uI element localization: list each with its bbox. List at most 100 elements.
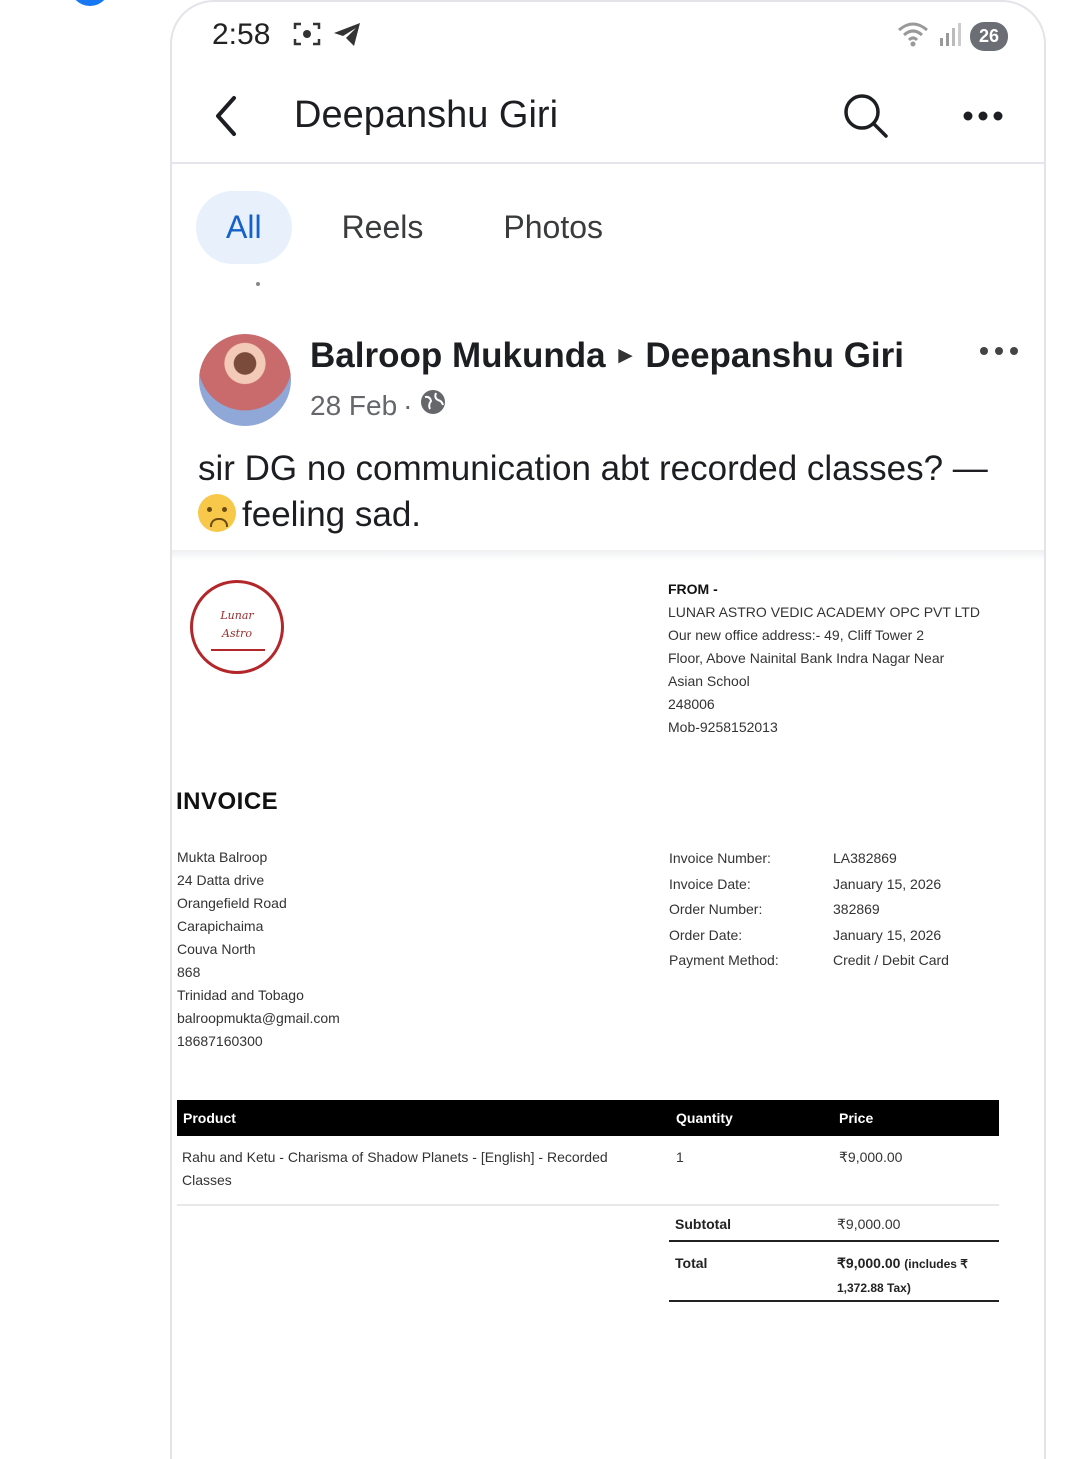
meta-label: Order Number: — [669, 901, 763, 917]
item-product: Rahu and Ketu - Charisma of Shadow Plane… — [182, 1146, 672, 1192]
profile-header: Deepanshu Giri — [172, 72, 1044, 164]
meta-label: Invoice Number: — [669, 850, 771, 866]
subtotal-label: Subtotal — [675, 1216, 731, 1232]
post-meta: 28 Feb · — [310, 388, 447, 423]
post-options-button[interactable] — [974, 336, 1024, 366]
logo-underline — [211, 649, 265, 651]
from-line: LUNAR ASTRO VEDIC ACADEMY OPC PVT LTD — [668, 604, 980, 620]
item-product-line-2: Classes — [182, 1172, 232, 1188]
item-product-line-1: Rahu and Ketu - Charisma of Shadow Plane… — [182, 1149, 608, 1165]
bill-to-line: 24 Datta drive — [177, 872, 265, 888]
ellipsis-icon — [980, 347, 1018, 355]
post-author-line: Balroop Mukunda ► Deepanshu Giri — [310, 336, 904, 376]
invoice-meta: Invoice Number: LA382869 Invoice Date: Jan… — [669, 846, 949, 974]
invoice-meta-row: Payment Method: Credit / Debit Card — [669, 948, 949, 974]
total-value: ₹9,000.00 — [837, 1255, 901, 1271]
subtotal-row: Subtotal ₹9,000.00 — [669, 1214, 999, 1240]
invoice-title: INVOICE — [176, 788, 279, 815]
post-feeling: feeling sad. — [242, 495, 422, 534]
bill-to-address: Mukta Balroop 24 Datta drive Orangefield… — [177, 846, 340, 1053]
bill-to-line: Couva North — [177, 941, 256, 957]
logo-text: Lunar Astro — [193, 607, 281, 643]
search-button[interactable] — [838, 88, 894, 144]
search-icon — [844, 94, 888, 138]
ellipsis-icon — [963, 111, 1003, 121]
invoice-table-header: Product Quantity Price — [177, 1100, 999, 1136]
status-time: 2:58 — [212, 18, 271, 51]
bill-to-line: Mukta Balroop — [177, 849, 268, 865]
tab-photos[interactable]: Photos — [473, 191, 633, 264]
invoice-meta-row: Order Date: January 15, 2026 — [669, 923, 949, 949]
invoice-meta-row: Invoice Number: LA382869 — [669, 846, 949, 872]
meta-label: Order Date: — [669, 926, 743, 943]
meta-value: LA382869 — [833, 850, 897, 866]
post-message: sir DG no communication abt recorded cla… — [198, 449, 988, 488]
globe-icon — [419, 388, 447, 423]
meta-value: January 15, 2026 — [833, 875, 942, 892]
bill-to-line: Trinidad and Tobago — [177, 987, 304, 1003]
tab-all[interactable]: All — [196, 190, 292, 264]
col-price: Price — [839, 1110, 874, 1126]
total-label: Total — [675, 1255, 708, 1271]
from-line: Floor, Above Nainital Bank Indra Nagar N… — [668, 650, 945, 666]
post-target-name[interactable]: Deepanshu Giri — [645, 336, 904, 375]
status-icons-right: 26 — [896, 20, 1008, 53]
post-divider — [172, 550, 1044, 560]
post-author-name[interactable]: Balroop Mukunda — [310, 336, 606, 375]
back-arrow-icon — [216, 96, 236, 136]
bill-to-line: 868 — [177, 964, 201, 980]
invoice-meta-row: Order Number: 382869 — [669, 897, 949, 923]
page-title: Deepanshu Giri — [294, 94, 559, 136]
status-icons-left — [292, 20, 362, 53]
post-meta-separator: · — [403, 389, 413, 421]
from-title: FROM - — [668, 581, 718, 597]
corner-accent-mark — [70, 0, 110, 6]
meta-value: 382869 — [833, 901, 880, 917]
item-quantity: 1 — [676, 1149, 684, 1165]
col-product: Product — [183, 1110, 236, 1126]
total-note-1: (includes ₹ — [904, 1257, 968, 1271]
item-price: ₹9,000.00 — [839, 1149, 903, 1165]
col-quantity: Quantity — [676, 1110, 733, 1126]
screenshot-icon — [292, 20, 322, 53]
post-date[interactable]: 28 Feb — [310, 390, 397, 422]
bill-to-line: Carapichaima — [177, 918, 264, 934]
meta-label: Invoice Date: — [669, 875, 751, 892]
total-value-block: ₹9,000.00 (includes ₹ 1,372.88 Tax) — [837, 1252, 997, 1300]
telegram-icon — [332, 20, 362, 53]
from-address: FROM - LUNAR ASTRO VEDIC ACADEMY OPC PVT… — [668, 578, 1008, 739]
signal-icon — [938, 20, 962, 53]
meta-value: Credit / Debit Card — [833, 952, 949, 968]
invoice-image[interactable]: Lunar Astro FROM - LUNAR ASTRO VEDIC ACA… — [172, 562, 1044, 1459]
tab-indicator-dot — [256, 282, 260, 286]
meta-value: January 15, 2026 — [833, 926, 942, 943]
bill-to-line: 18687160300 — [177, 1033, 263, 1049]
logo-text-line-1: Lunar — [220, 609, 254, 622]
total-note-2: 1,372.88 Tax) — [837, 1281, 911, 1295]
content-tabs: All Reels Photos — [196, 184, 633, 270]
tab-reels[interactable]: Reels — [312, 191, 454, 264]
from-line: 248006 — [668, 696, 715, 712]
total-rule-top — [669, 1240, 999, 1242]
bill-to-line: Orangefield Road — [177, 895, 287, 911]
subtotal-value: ₹9,000.00 — [837, 1216, 901, 1232]
from-line: Our new office address:- 49, Cliff Tower… — [668, 627, 925, 643]
meta-label: Payment Method: — [669, 952, 779, 968]
invoice-meta-row: Invoice Date: January 15, 2026 — [669, 872, 949, 898]
post-text: sir DG no communication abt recorded cla… — [198, 446, 1028, 538]
sad-face-icon — [198, 494, 236, 532]
logo-text-line-2: Astro — [222, 627, 252, 640]
bill-to-line: balroopmukta@gmail.com — [177, 1010, 340, 1026]
total-rule-bottom — [669, 1300, 999, 1302]
status-bar: 2:58 26 — [172, 2, 1044, 72]
from-line: Mob-9258152013 — [668, 719, 778, 735]
more-options-button[interactable] — [950, 88, 1016, 144]
battery-icon: 26 — [969, 22, 1008, 51]
from-line: Asian School — [668, 673, 750, 689]
phone-screen: 2:58 26 Deepanshu Giri All Reels Photos … — [170, 0, 1046, 1459]
row-separator — [177, 1204, 999, 1206]
author-avatar[interactable] — [199, 334, 291, 426]
academy-logo: Lunar Astro — [190, 580, 284, 674]
wifi-icon — [896, 20, 930, 53]
back-button[interactable] — [200, 86, 260, 146]
